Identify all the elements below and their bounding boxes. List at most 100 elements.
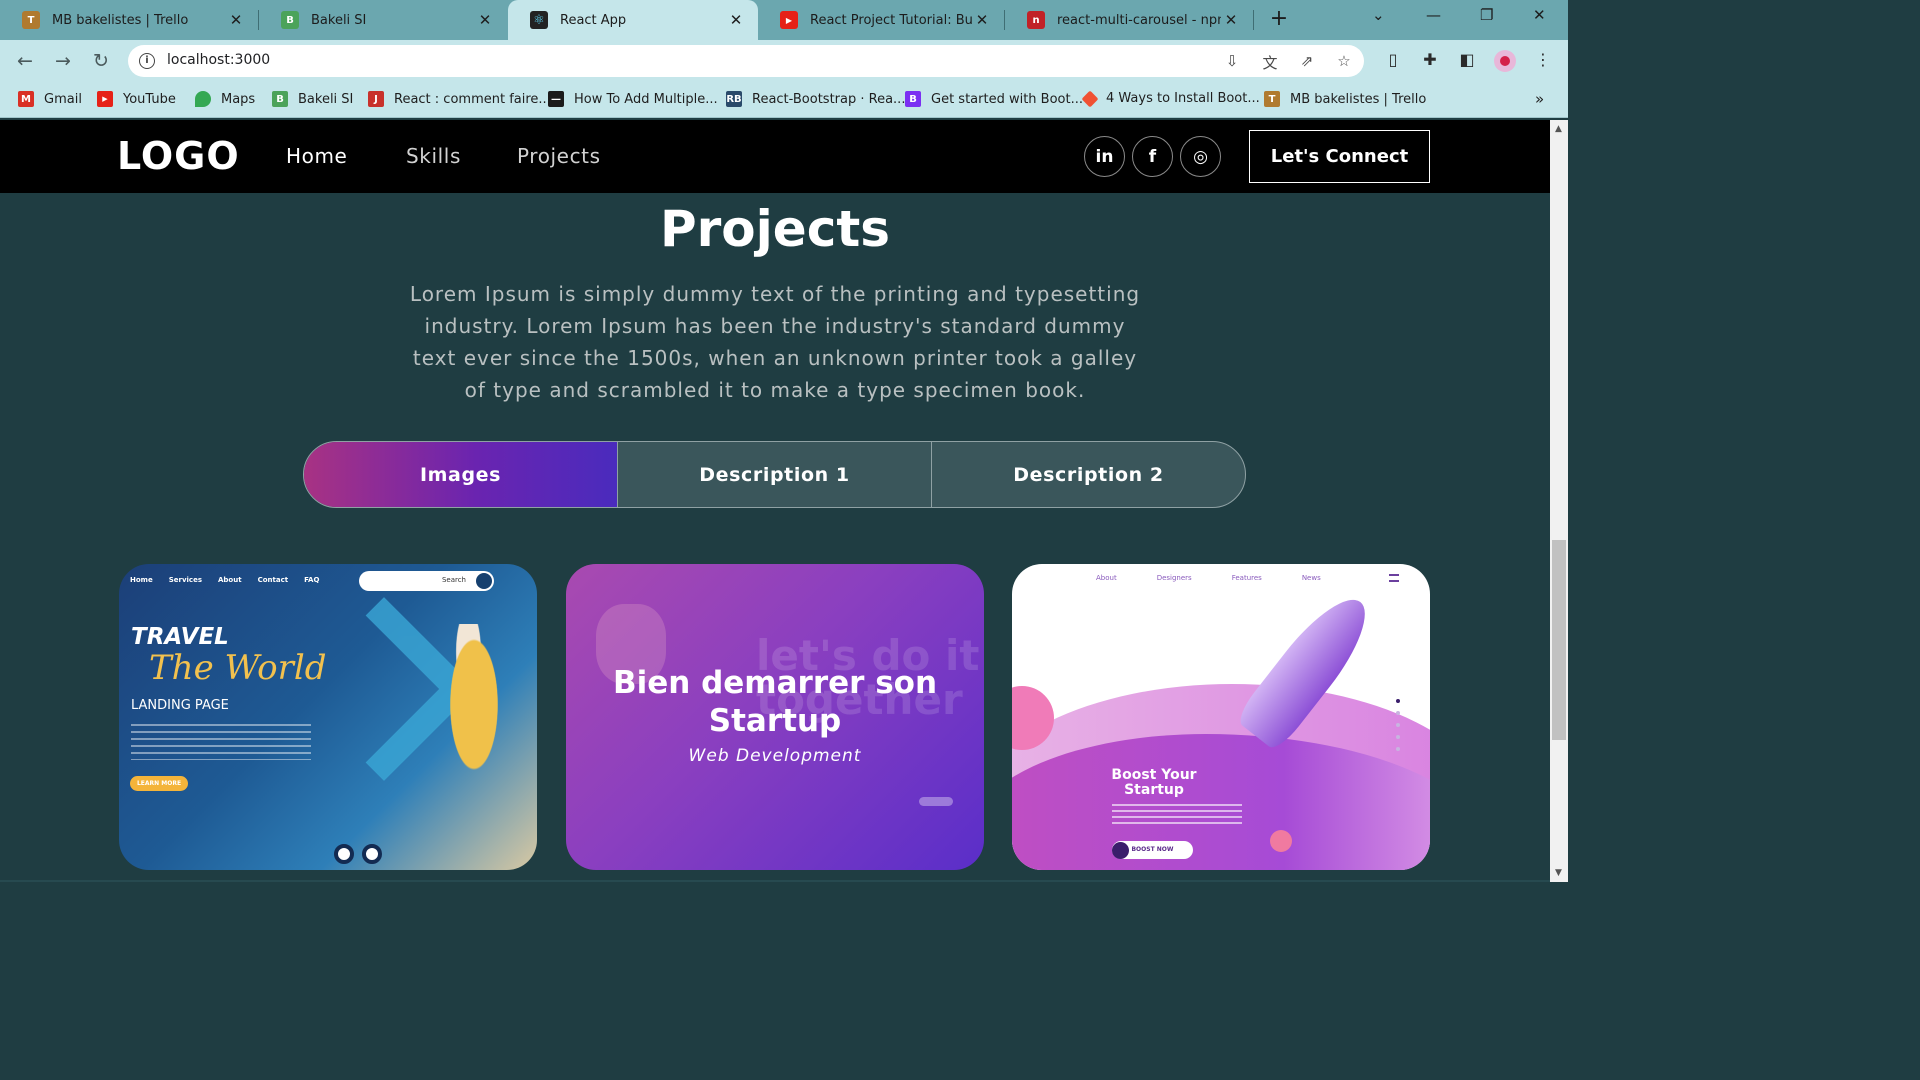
scroll-thumb[interactable] <box>1552 540 1566 740</box>
close-icon[interactable]: ✕ <box>726 11 746 29</box>
site-logo[interactable]: LOGO <box>117 134 240 178</box>
window-close-icon[interactable]: ✕ <box>1533 6 1546 24</box>
bookmark-bootstrap[interactable]: B Get started with Boot... <box>905 91 1083 107</box>
tab-images[interactable]: Images <box>304 442 617 507</box>
project-card-travel[interactable]: Home Services About Contact FAQ Search T… <box>119 564 537 870</box>
linkedin-icon[interactable]: in <box>1084 136 1125 177</box>
forward-icon[interactable]: → <box>50 48 76 74</box>
url-text: localhost:3000 <box>167 52 271 68</box>
new-tab-button[interactable]: + <box>1267 6 1291 34</box>
bookmark-install-boot[interactable]: 4 Ways to Install Boot... <box>1081 90 1260 107</box>
bookmark-star-icon[interactable]: ☆ <box>1334 52 1354 70</box>
tab-title: React Project Tutorial: Build a <box>810 12 972 28</box>
minimize-icon[interactable]: — <box>1426 6 1441 24</box>
bookmark-label: React-Bootstrap · Rea... <box>752 91 906 107</box>
bookmark-label: How To Add Multiple... <box>574 91 718 107</box>
browser-tab[interactable]: B Bakeli SI ✕ <box>259 0 507 40</box>
instagram-icon[interactable]: ◎ <box>1180 136 1221 177</box>
bookmark-maps[interactable]: Maps <box>195 91 255 107</box>
facebook-icon[interactable]: f <box>1132 136 1173 177</box>
project-card-startup[interactable]: let's do it together Bien demarrer son S… <box>566 564 984 870</box>
card-body-lines <box>131 724 311 760</box>
bookmark-trello[interactable]: T MB bakelistes | Trello <box>1264 91 1426 107</box>
tab-description-1[interactable]: Description 1 <box>617 442 931 507</box>
more-bookmarks-icon[interactable]: » <box>1535 90 1544 108</box>
bookmark-label: Maps <box>221 91 256 107</box>
menu-kebab-icon[interactable]: ⋮ <box>1532 50 1554 72</box>
gmail-icon: M <box>18 91 34 107</box>
scroll-down-icon[interactable]: ▼ <box>1555 868 1562 878</box>
browser-toolbar: ← → ↻ i localhost:3000 ⇩ 文 ⇗ ☆ ▯ ✚ ◧ ⋮ <box>0 40 1568 82</box>
bookmark-label: Get started with Boot... <box>931 91 1083 107</box>
card-search-label: Search <box>441 576 466 584</box>
bookmark-label: Bakeli SI <box>298 91 354 107</box>
bookmarks-bar: M Gmail ▶ YouTube Maps B Bakeli SI J React :… <box>0 82 1568 118</box>
scroll-up-icon[interactable]: ▲ <box>1555 124 1562 134</box>
nav-skills[interactable]: Skills <box>406 144 461 168</box>
youtube-icon: ▶ <box>97 91 113 107</box>
close-icon[interactable]: ✕ <box>972 11 992 29</box>
profile-avatar[interactable] <box>1494 50 1516 72</box>
nav-projects[interactable]: Projects <box>517 144 601 168</box>
back-icon[interactable]: ← <box>12 48 38 74</box>
close-icon[interactable]: ✕ <box>1221 11 1241 29</box>
bookmark-multiple[interactable]: — How To Add Multiple... <box>548 91 718 107</box>
extension-icon[interactable]: ▯ <box>1382 50 1404 72</box>
tab-title: React App <box>560 12 627 28</box>
card-menu-item: About <box>1096 574 1117 582</box>
bookmark-bakeli[interactable]: B Bakeli SI <box>272 91 353 107</box>
bookmark-react-bootstrap[interactable]: RB React-Bootstrap · Rea... <box>726 91 905 107</box>
card-menu-item: News <box>1301 574 1321 582</box>
projects-tabs: Images Description 1 Description 2 <box>303 441 1246 508</box>
react-bootstrap-icon: RB <box>726 91 742 107</box>
bookmark-label: Gmail <box>44 91 82 107</box>
bookmark-youtube[interactable]: ▶ YouTube <box>97 91 176 107</box>
browser-tab[interactable]: T MB bakelistes | Trello ✕ <box>0 0 258 40</box>
bookmark-react-comment[interactable]: J React : comment faire... <box>368 91 551 107</box>
browser-tab-active[interactable]: ⚛ React App ✕ <box>508 0 758 40</box>
pagination-dots <box>1396 699 1400 751</box>
tab-title: react-multi-carousel - npm <box>1057 12 1221 28</box>
browser-tab[interactable]: n react-multi-carousel - npm ✕ <box>1005 0 1253 40</box>
browser-tab[interactable]: ▶ React Project Tutorial: Build a ✕ <box>758 0 1004 40</box>
card-menu: Home Services About Contact FAQ <box>130 576 319 584</box>
bakeli-icon: B <box>272 91 288 107</box>
info-icon[interactable]: i <box>139 53 155 69</box>
close-icon[interactable]: ✕ <box>226 11 246 29</box>
puzzle-icon[interactable]: ✚ <box>1419 50 1441 72</box>
card-menu-item: Contact <box>257 576 289 584</box>
share-icon[interactable]: ⇗ <box>1297 52 1317 70</box>
close-icon[interactable]: ✕ <box>475 11 495 29</box>
tab-title: Bakeli SI <box>311 12 367 28</box>
card-menu-item: Features <box>1231 574 1262 582</box>
search-icon <box>476 573 492 589</box>
maps-icon <box>195 91 211 107</box>
side-panel-icon[interactable]: ◧ <box>1456 50 1478 72</box>
tab-description-2[interactable]: Description 2 <box>931 442 1245 507</box>
address-bar[interactable]: i localhost:3000 ⇩ 文 ⇗ ☆ <box>128 45 1364 77</box>
tab-search-icon[interactable]: ⌄ <box>1372 6 1385 24</box>
site-navbar: LOGO Home Skills Projects in f ◎ Let's C… <box>0 120 1550 193</box>
restore-icon[interactable]: ❐ <box>1480 6 1493 24</box>
bookmark-label: YouTube <box>123 91 176 107</box>
carousel-prev-icon[interactable] <box>334 844 354 864</box>
nav-home[interactable]: Home <box>286 144 347 168</box>
hamburger-icon <box>1389 574 1399 582</box>
card-heading: Boost Your Startup <box>1111 767 1197 798</box>
divider <box>0 880 1550 882</box>
carousel-next-icon[interactable] <box>362 844 382 864</box>
lets-connect-button[interactable]: Let's Connect <box>1249 130 1430 183</box>
page-viewport: LOGO Home Skills Projects in f ◎ Let's C… <box>0 120 1550 882</box>
reload-icon[interactable]: ↻ <box>88 48 114 74</box>
check-icon <box>1112 842 1129 859</box>
card-heading: Bien demarrer son Startup <box>612 665 938 739</box>
page-scrollbar[interactable]: ▲ ▼ <box>1550 120 1568 882</box>
install-icon[interactable]: ⇩ <box>1222 52 1242 70</box>
react-icon: ⚛ <box>530 11 548 29</box>
translate-icon[interactable]: 文 <box>1260 52 1280 72</box>
bookmark-gmail[interactable]: M Gmail <box>18 91 82 107</box>
npm-icon: n <box>1027 11 1045 29</box>
project-card-boost[interactable]: About Designers Features News Boost Your… <box>1012 564 1430 870</box>
traveler-image <box>419 624 529 854</box>
bookmark-label: 4 Ways to Install Boot... <box>1106 91 1260 106</box>
